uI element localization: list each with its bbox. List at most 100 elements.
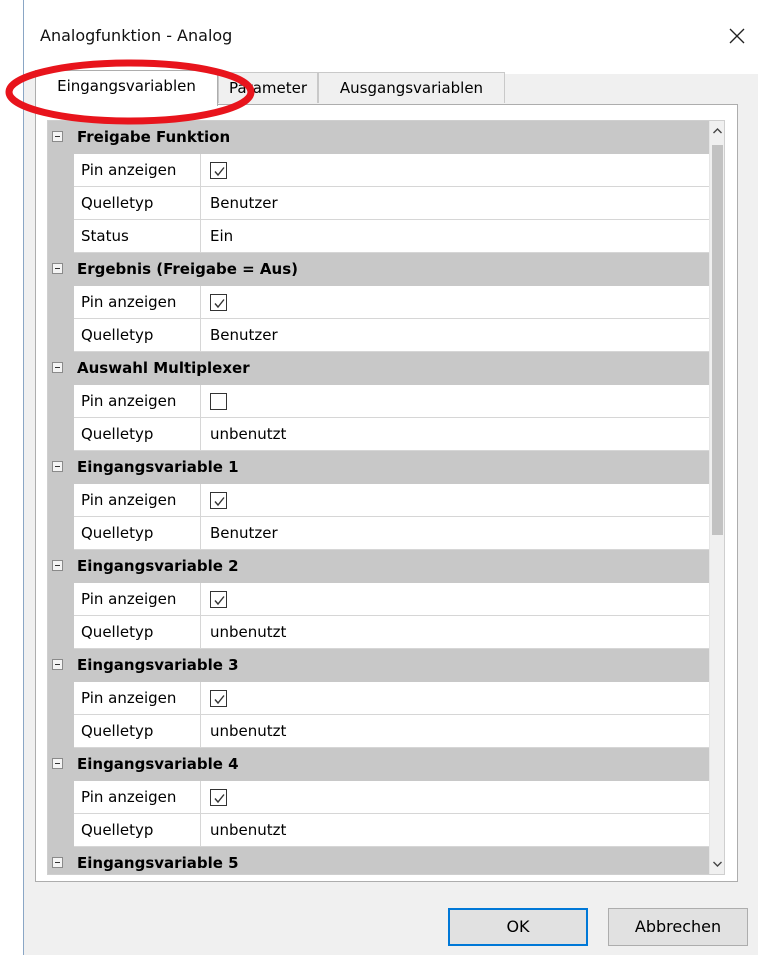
property-grid: Freigabe Funktion Pin anzeigen Quelletyp Be… — [47, 120, 725, 875]
property-name: Status — [74, 220, 201, 253]
ok-button-label: OK — [506, 917, 530, 936]
chevron-down-icon — [713, 861, 722, 867]
pin-anzeigen-checkbox[interactable] — [210, 690, 227, 707]
property-row[interactable]: Quelletyp Benutzer — [48, 187, 711, 220]
property-row[interactable]: Pin anzeigen — [48, 781, 711, 814]
property-name: Quelletyp — [74, 715, 201, 748]
cancel-button[interactable]: Abbrechen — [608, 908, 748, 946]
pin-anzeigen-checkbox[interactable] — [210, 492, 227, 509]
property-value-cell[interactable] — [201, 682, 711, 715]
property-value-cell[interactable] — [201, 583, 711, 616]
checkmark-icon — [214, 299, 225, 309]
window-title: Analogfunktion - Analog — [40, 26, 233, 45]
collapse-icon[interactable] — [52, 758, 63, 769]
property-row[interactable]: Pin anzeigen — [48, 286, 711, 319]
property-value-cell[interactable] — [201, 781, 711, 814]
category-title: Eingangsvariable 5 — [77, 854, 239, 872]
property-name: Pin anzeigen — [74, 583, 201, 616]
collapse-icon[interactable] — [52, 131, 63, 142]
category-header[interactable]: Auswahl Multiplexer — [48, 352, 711, 385]
close-button[interactable] — [721, 20, 751, 50]
ok-button[interactable]: OK — [448, 908, 588, 946]
collapse-icon[interactable] — [52, 461, 63, 472]
collapse-icon[interactable] — [52, 263, 63, 274]
property-name: Pin anzeigen — [74, 682, 201, 715]
property-row[interactable]: Quelletyp unbenutzt — [48, 616, 711, 649]
category-title: Eingangsvariable 2 — [77, 557, 239, 575]
collapse-icon[interactable] — [52, 560, 63, 571]
property-value-cell[interactable] — [201, 154, 711, 187]
pin-anzeigen-checkbox[interactable] — [210, 789, 227, 806]
category-header[interactable]: Freigabe Funktion — [48, 121, 711, 154]
scroll-up-arrow[interactable] — [710, 121, 724, 141]
tab-ausgangsvariablen[interactable]: Ausgangsvariablen — [318, 72, 505, 103]
category-title: Freigabe Funktion — [77, 128, 231, 146]
category-header[interactable]: Eingangsvariable 2 — [48, 550, 711, 583]
property-name: Quelletyp — [74, 187, 201, 220]
property-name: Quelletyp — [74, 814, 201, 847]
checkmark-icon — [214, 596, 225, 606]
property-value[interactable]: unbenutzt — [201, 814, 711, 847]
property-row[interactable]: Quelletyp unbenutzt — [48, 814, 711, 847]
category-header[interactable]: Eingangsvariable 5 — [48, 847, 711, 874]
category-header[interactable]: Eingangsvariable 4 — [48, 748, 711, 781]
property-name: Pin anzeigen — [74, 484, 201, 517]
checkmark-icon — [214, 167, 225, 177]
tab-eingangsvariablen[interactable]: Eingangsvariablen — [35, 70, 218, 106]
property-row[interactable]: Quelletyp Benutzer — [48, 517, 711, 550]
property-value[interactable]: Benutzer — [201, 517, 711, 550]
cancel-button-label: Abbrechen — [634, 917, 722, 936]
category-header[interactable]: Eingangsvariable 3 — [48, 649, 711, 682]
property-value[interactable]: unbenutzt — [201, 418, 711, 451]
pin-anzeigen-checkbox[interactable] — [210, 294, 227, 311]
category-title: Eingangsvariable 3 — [77, 656, 239, 674]
property-value-cell[interactable] — [201, 484, 711, 517]
vertical-scrollbar[interactable] — [709, 121, 724, 874]
property-name: Pin anzeigen — [74, 286, 201, 319]
tab-panel: Freigabe Funktion Pin anzeigen Quelletyp Be… — [35, 104, 738, 882]
scroll-down-arrow[interactable] — [710, 854, 724, 874]
property-row[interactable]: Pin anzeigen — [48, 484, 711, 517]
property-name: Quelletyp — [74, 616, 201, 649]
property-value[interactable]: unbenutzt — [201, 715, 711, 748]
collapse-icon[interactable] — [52, 659, 63, 670]
tab-label: Eingangsvariablen — [57, 77, 196, 95]
dialog-window: Analogfunktion - Analog Eingangsvariable… — [23, 0, 758, 955]
property-value-cell[interactable] — [201, 385, 711, 418]
collapse-icon[interactable] — [52, 362, 63, 373]
property-row[interactable]: Pin anzeigen — [48, 583, 711, 616]
checkmark-icon — [214, 695, 225, 705]
property-name: Quelletyp — [74, 517, 201, 550]
title-bar: Analogfunktion - Analog — [24, 0, 758, 74]
property-value[interactable]: unbenutzt — [201, 616, 711, 649]
scroll-thumb[interactable] — [712, 145, 723, 535]
property-value[interactable]: Benutzer — [201, 187, 711, 220]
category-title: Eingangsvariable 4 — [77, 755, 239, 773]
property-name: Quelletyp — [74, 418, 201, 451]
property-row[interactable]: Pin anzeigen — [48, 385, 711, 418]
property-value[interactable]: Benutzer — [201, 319, 711, 352]
collapse-icon[interactable] — [52, 857, 63, 868]
checkmark-icon — [214, 794, 225, 804]
property-name: Pin anzeigen — [74, 385, 201, 418]
property-row[interactable]: Pin anzeigen — [48, 682, 711, 715]
property-row[interactable]: Quelletyp unbenutzt — [48, 715, 711, 748]
property-row[interactable]: Quelletyp unbenutzt — [48, 418, 711, 451]
property-row[interactable]: Pin anzeigen — [48, 154, 711, 187]
property-name: Pin anzeigen — [74, 781, 201, 814]
pin-anzeigen-checkbox[interactable] — [210, 393, 227, 410]
pin-anzeigen-checkbox[interactable] — [210, 591, 227, 608]
property-name: Pin anzeigen — [74, 154, 201, 187]
category-title: Eingangsvariable 1 — [77, 458, 239, 476]
chevron-up-icon — [713, 128, 722, 134]
property-row[interactable]: Status Ein — [48, 220, 711, 253]
property-row[interactable]: Quelletyp Benutzer — [48, 319, 711, 352]
category-header[interactable]: Eingangsvariable 1 — [48, 451, 711, 484]
category-title: Auswahl Multiplexer — [77, 359, 250, 377]
pin-anzeigen-checkbox[interactable] — [210, 162, 227, 179]
tab-label: Parameter — [228, 79, 308, 97]
category-header[interactable]: Ergebnis (Freigabe = Aus) — [48, 253, 711, 286]
tab-parameter[interactable]: Parameter — [218, 72, 318, 103]
property-value[interactable]: Ein — [201, 220, 711, 253]
property-value-cell[interactable] — [201, 286, 711, 319]
